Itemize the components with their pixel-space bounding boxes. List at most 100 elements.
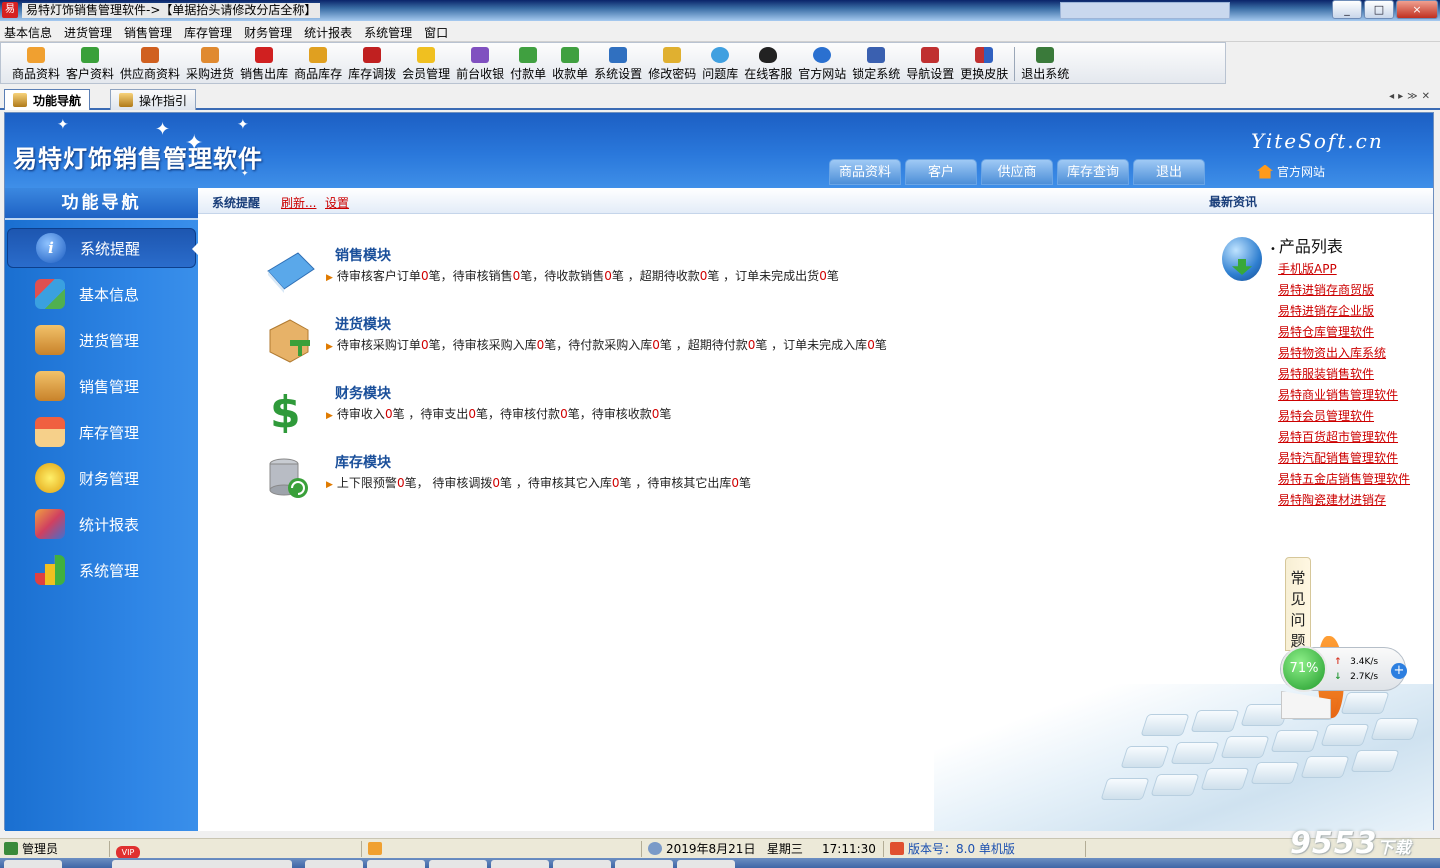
watermark-logo: 9553下载 bbox=[1290, 826, 1412, 861]
menu-inventory[interactable]: 库存管理 bbox=[184, 21, 239, 41]
stock-icon bbox=[309, 47, 328, 63]
product-link[interactable]: 易特百货超市管理软件 bbox=[1278, 427, 1410, 448]
toolbar-exit-button[interactable]: 退出系统 bbox=[1018, 43, 1072, 83]
nav-supplier-button[interactable]: 供应商 bbox=[981, 159, 1053, 185]
toolbar-settings-button[interactable]: 系统设置 bbox=[591, 43, 645, 83]
tab-nav-icon bbox=[13, 93, 27, 107]
toolbar-receipt-button[interactable]: 收款单 bbox=[549, 43, 591, 83]
taskbar-item[interactable] bbox=[112, 860, 292, 868]
menu-reports[interactable]: 统计报表 bbox=[304, 21, 359, 41]
product-link[interactable]: 易特会员管理软件 bbox=[1278, 406, 1410, 427]
supplier-icon bbox=[141, 47, 160, 63]
reminders-title: 系统提醒 bbox=[212, 196, 261, 210]
toolbar-faq-button[interactable]: 问题库 bbox=[699, 43, 741, 83]
product-list-heading: • 产品列表 bbox=[1270, 237, 1343, 256]
close-button[interactable]: × bbox=[1396, 0, 1438, 19]
taskbar-item[interactable] bbox=[367, 860, 425, 868]
minimize-button[interactable]: _ bbox=[1332, 0, 1362, 19]
nav-exit-button[interactable]: 退出 bbox=[1133, 159, 1205, 185]
maximize-button[interactable]: □ bbox=[1364, 0, 1394, 19]
sidebar-item-system[interactable]: 系统管理 bbox=[7, 550, 196, 590]
module-title[interactable]: 库存模块 bbox=[335, 452, 391, 472]
taskbar-item[interactable] bbox=[553, 860, 611, 868]
taskbar-item[interactable] bbox=[615, 860, 673, 868]
faq-tab[interactable]: 常见问题 bbox=[1285, 557, 1311, 651]
taskbar-item[interactable] bbox=[4, 860, 62, 868]
question-icon bbox=[711, 47, 730, 63]
toolbar-supplier-button[interactable]: 供应商资料 bbox=[117, 43, 183, 83]
module-inventory: 库存模块 ▶ 上下限预警0笔， 待审核调拨0笔 ，待审核其它入库0笔 ，待审核其它… bbox=[264, 452, 964, 512]
toolbar: 商品资料 客户资料 供应商资料 采购进货 销售出库 商品库存 库存调拨 会员管理… bbox=[0, 42, 1226, 84]
sidebar-item-reports[interactable]: 统计报表 bbox=[7, 504, 196, 544]
product-link[interactable]: 易特仓库管理软件 bbox=[1278, 322, 1410, 343]
taskbar-item[interactable] bbox=[677, 860, 735, 868]
sidebar-item-inventory[interactable]: 库存管理 bbox=[7, 412, 196, 452]
menu-window[interactable]: 窗口 bbox=[424, 21, 455, 41]
nav-goods-button[interactable]: 商品资料 bbox=[829, 159, 901, 185]
tab-operation-guide[interactable]: 操作指引 bbox=[110, 89, 197, 110]
product-link[interactable]: 易特物资出入库系统 bbox=[1278, 343, 1410, 364]
menu-basic-info[interactable]: 基本信息 bbox=[4, 21, 59, 41]
toolbar-sales-out-button[interactable]: 销售出库 bbox=[237, 43, 291, 83]
product-link[interactable]: 易特陶瓷建材进销存 bbox=[1278, 490, 1410, 511]
tab-scroll-controls[interactable]: ◂▸≫✕ bbox=[1389, 91, 1434, 102]
toolbar-transfer-button[interactable]: 库存调拨 bbox=[345, 43, 399, 83]
taskbar-item[interactable] bbox=[429, 860, 487, 868]
sidebar-item-basic-info[interactable]: 基本信息 bbox=[7, 274, 196, 314]
menu-sales[interactable]: 销售管理 bbox=[124, 21, 179, 41]
menu-purchase[interactable]: 进货管理 bbox=[64, 21, 119, 41]
star-decoration: ✦ bbox=[237, 117, 249, 133]
ie-icon bbox=[813, 47, 832, 63]
product-link[interactable]: 易特进销存企业版 bbox=[1278, 301, 1410, 322]
toolbar-password-button[interactable]: 修改密码 bbox=[645, 43, 699, 83]
product-list: • 产品列表 手机版APP 易特进销存商贸版 易特进销存企业版 易特仓库管理软件 … bbox=[1270, 233, 1410, 511]
app-icon[interactable]: 易 bbox=[2, 2, 18, 18]
info-icon: i bbox=[36, 233, 66, 263]
plus-icon[interactable]: + bbox=[1391, 663, 1407, 679]
network-speed-widget[interactable]: 71% ↑ 3.4K/s ↓ 2.7K/s + bbox=[1280, 646, 1407, 692]
product-link[interactable]: 易特进销存商贸版 bbox=[1278, 280, 1410, 301]
sidebar-item-reminders[interactable]: i 系统提醒 bbox=[7, 228, 196, 268]
nav-stock-query-button[interactable]: 库存查询 bbox=[1057, 159, 1129, 185]
toolbar-purchase-button[interactable]: 采购进货 bbox=[183, 43, 237, 83]
product-link[interactable]: 手机版APP bbox=[1278, 259, 1410, 280]
refresh-link[interactable]: 刷新... bbox=[281, 194, 316, 211]
module-title[interactable]: 财务模块 bbox=[335, 383, 391, 403]
toolbar-cashier-button[interactable]: 前台收银 bbox=[453, 43, 507, 83]
down-arrow-icon: ↓ bbox=[1334, 672, 1342, 682]
sidebar-item-purchase[interactable]: 进货管理 bbox=[7, 320, 196, 360]
goods-icon bbox=[27, 47, 45, 63]
official-site-link[interactable]: 官方网站 bbox=[1257, 163, 1325, 180]
taskbar-item[interactable] bbox=[491, 860, 549, 868]
menu-system[interactable]: 系统管理 bbox=[364, 21, 419, 41]
toolbar-customer-button[interactable]: 客户资料 bbox=[63, 43, 117, 83]
module-sales: 销售模块 ▶ 待审核客户订单0笔，待审核销售0笔，待收款销售0笔 ，超期待收款0笔… bbox=[264, 245, 964, 305]
tab-function-nav[interactable]: 功能导航 bbox=[4, 89, 91, 110]
product-link[interactable]: 易特服装销售软件 bbox=[1278, 364, 1410, 385]
customer-icon bbox=[81, 47, 100, 63]
toolbar-skin-button[interactable]: 更换皮肤 bbox=[957, 43, 1011, 83]
sidebar-item-finance[interactable]: 财务管理 bbox=[7, 458, 196, 498]
toolbar-lock-button[interactable]: 锁定系统 bbox=[849, 43, 903, 83]
menu-finance[interactable]: 财务管理 bbox=[244, 21, 299, 41]
title-bar[interactable]: 易 易特灯饰销售管理软件->【单据抬头请修改分店全称】 _ □ × bbox=[0, 0, 1440, 21]
settings-link[interactable]: 设置 bbox=[325, 194, 349, 211]
toolbar-stock-button[interactable]: 商品库存 bbox=[291, 43, 345, 83]
nav-customer-button[interactable]: 客户 bbox=[905, 159, 977, 185]
toolbar-nav-settings-button[interactable]: 导航设置 bbox=[903, 43, 957, 83]
toolbar-payment-button[interactable]: 付款单 bbox=[507, 43, 549, 83]
toolbar-online-service-button[interactable]: 在线客服 bbox=[741, 43, 795, 83]
taskbar-item[interactable] bbox=[305, 860, 363, 868]
star-decoration: ✦ bbox=[57, 117, 69, 133]
product-link[interactable]: 易特汽配销售管理软件 bbox=[1278, 448, 1410, 469]
status-user: 管理员 bbox=[0, 841, 110, 857]
toolbar-goods-button[interactable]: 商品资料 bbox=[9, 43, 63, 83]
product-link[interactable]: 易特商业销售管理软件 bbox=[1278, 385, 1410, 406]
toolbar-member-button[interactable]: 会员管理 bbox=[399, 43, 453, 83]
user-icon bbox=[4, 842, 18, 855]
product-link[interactable]: 易特五金店销售管理软件 bbox=[1278, 469, 1410, 490]
module-title[interactable]: 销售模块 bbox=[335, 245, 391, 265]
sidebar-item-sales[interactable]: 销售管理 bbox=[7, 366, 196, 406]
module-title[interactable]: 进货模块 bbox=[335, 314, 391, 334]
toolbar-website-button[interactable]: 官方网站 bbox=[795, 43, 849, 83]
